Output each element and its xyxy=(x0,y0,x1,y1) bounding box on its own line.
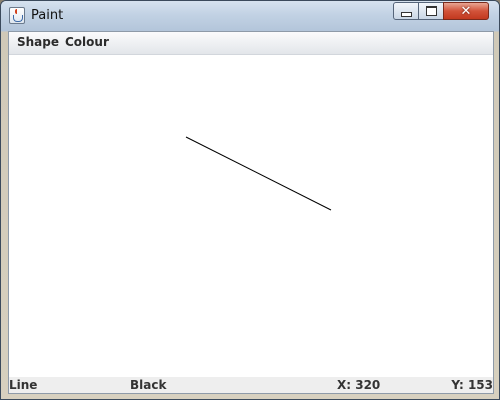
minimize-icon xyxy=(400,11,412,17)
menu-bar: Shape Colour xyxy=(9,32,493,55)
status-colour: Black xyxy=(130,378,167,392)
drawing-canvas[interactable] xyxy=(9,55,493,376)
drawn-line xyxy=(185,136,332,211)
canvas-svg xyxy=(185,136,332,211)
client-area: Shape Colour Line Black X: 320 Y: 153 xyxy=(8,31,494,394)
paint-window: Paint ✕ Shape Colour Line Black X: 320 Y… xyxy=(0,0,500,400)
title-bar[interactable]: Paint ✕ xyxy=(1,1,499,31)
maximize-button[interactable] xyxy=(418,2,444,20)
close-button[interactable]: ✕ xyxy=(443,2,489,20)
menu-colour[interactable]: Colour xyxy=(63,35,111,49)
menu-shape[interactable]: Shape xyxy=(15,35,61,49)
window-title: Paint xyxy=(31,8,64,23)
status-bar: Line Black X: 320 Y: 153 xyxy=(9,377,493,393)
close-icon: ✕ xyxy=(460,3,472,19)
java-cup-icon[interactable] xyxy=(9,7,25,24)
maximize-icon xyxy=(425,6,437,16)
status-x-coordinate: X: 320 xyxy=(337,378,381,392)
minimize-button[interactable] xyxy=(393,2,419,20)
status-y-coordinate: Y: 153 xyxy=(451,378,493,392)
status-shape: Line xyxy=(9,378,38,392)
